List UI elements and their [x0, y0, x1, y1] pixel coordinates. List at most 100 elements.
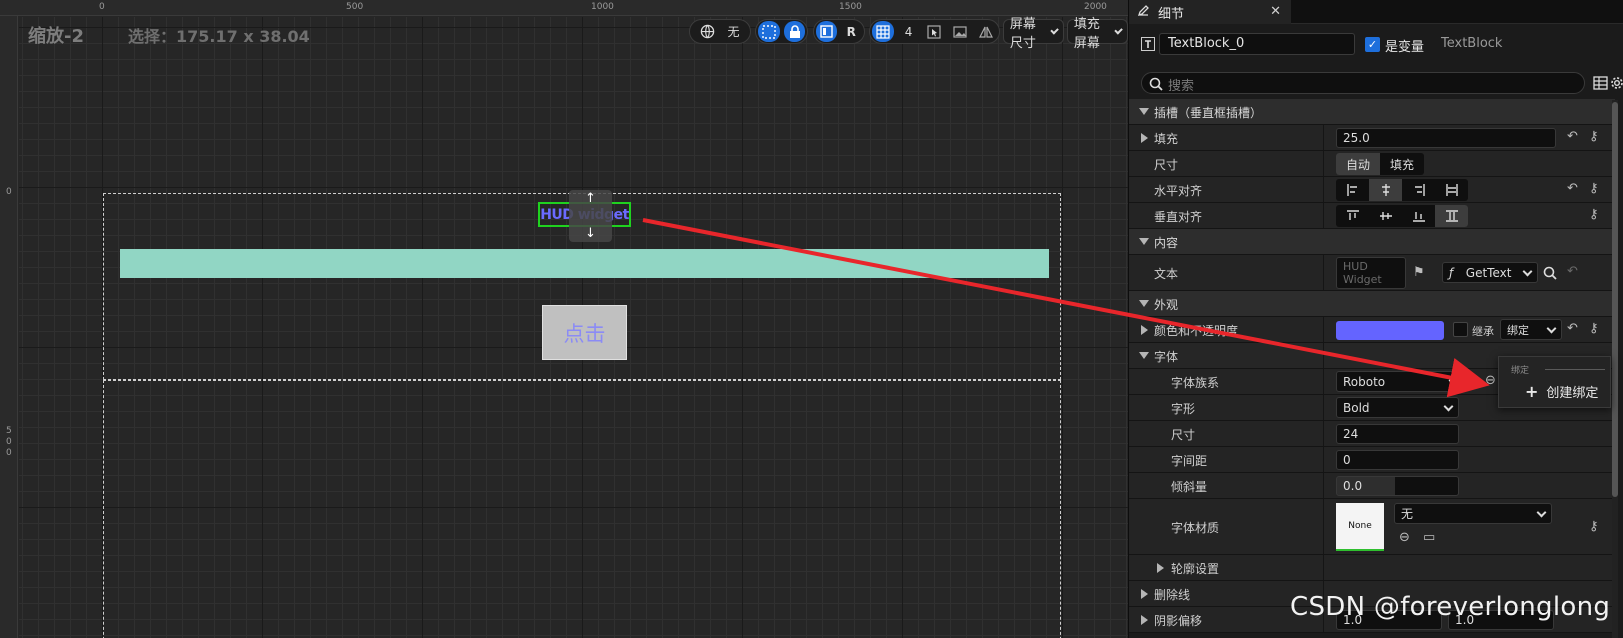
folder-search-icon[interactable]: ▭ [1423, 530, 1435, 545]
key-icon[interactable]: ⚷ [1589, 207, 1599, 222]
caret-right-icon[interactable] [1141, 589, 1148, 599]
bind-function-dropdown[interactable]: ƒ GetText [1442, 262, 1538, 283]
category-content[interactable]: 内容 [1129, 229, 1615, 255]
screen-size-dropdown[interactable]: 屏幕尺寸 [1002, 17, 1064, 51]
function-icon: ƒ [1449, 265, 1454, 280]
skew-field[interactable]: 0.0 [1336, 476, 1459, 496]
fill-screen-label: 填充屏幕 [1073, 16, 1100, 51]
bind-dropdown[interactable]: 绑定 [1500, 319, 1562, 340]
flag-icon[interactable]: ⚑ [1413, 265, 1425, 280]
canvas-panel-outline[interactable] [103, 380, 1061, 638]
caret-right-icon[interactable] [1141, 325, 1148, 335]
class-name: TextBlock [1441, 36, 1503, 51]
align-left-icon[interactable] [1336, 179, 1369, 201]
grid-group: 4 [869, 19, 1001, 44]
reset-icon[interactable]: ↶ [1567, 181, 1578, 196]
r-toggle-button[interactable]: R [841, 21, 862, 42]
cursor-frame-icon[interactable] [923, 21, 945, 42]
image-icon[interactable] [949, 21, 971, 42]
prop-skew: 倾斜量 0.0 [1129, 473, 1615, 499]
browse-asset-icon[interactable]: ⊖ [1399, 530, 1410, 545]
typeface-dropdown[interactable]: Bold [1336, 397, 1459, 418]
text-value-field[interactable]: HUD Widget [1336, 257, 1406, 289]
caret-right-icon[interactable] [1141, 615, 1148, 625]
world-none-label[interactable]: 无 [723, 21, 744, 42]
progress-bar[interactable] [120, 249, 1049, 278]
align-right-icon[interactable] [1402, 179, 1435, 201]
lock-icon[interactable] [784, 21, 806, 42]
flip-icon[interactable] [975, 21, 997, 42]
search-placeholder: 搜索 [1168, 79, 1195, 94]
browse-asset-icon[interactable]: ⊖ [1485, 373, 1496, 388]
plus-icon: + [1525, 382, 1539, 401]
globe-icon[interactable] [696, 21, 719, 42]
bind-function-label: GetText [1465, 265, 1512, 280]
search-input[interactable]: 搜索 [1141, 72, 1585, 94]
ruler-label: 500 [346, 2, 364, 12]
caret-right-icon[interactable] [1141, 133, 1148, 143]
category-label: 字体 [1154, 350, 1179, 364]
category-label: 插槽（垂直框插槽） [1154, 106, 1263, 120]
object-name-field[interactable]: TextBlock_0 [1159, 33, 1355, 55]
close-icon[interactable]: ✕ [1270, 4, 1281, 19]
scrollbar-thumb[interactable] [1612, 102, 1618, 497]
key-icon[interactable]: ⚷ [1589, 129, 1599, 144]
designer-viewport[interactable]: 0 500 1000 1500 2000 0 5 0 0 缩放-2 选择：175… [0, 0, 1128, 638]
category-slot[interactable]: 插槽（垂直框插槽） [1129, 99, 1615, 125]
caret-down-icon [1139, 238, 1149, 245]
dotted-select-icon[interactable] [758, 21, 781, 42]
align-fill-icon[interactable] [1435, 179, 1468, 201]
move-handle[interactable]: ↑ ↓ [569, 190, 612, 242]
chevron-down-icon [1049, 25, 1059, 35]
font-material-dropdown[interactable]: 无 [1394, 503, 1552, 524]
click-button[interactable]: 点击 [542, 305, 627, 360]
caret-right-icon[interactable] [1157, 563, 1164, 573]
layout-icon[interactable] [815, 21, 837, 42]
size-segmented: 自动 填充 [1336, 153, 1424, 175]
font-family-dropdown[interactable]: Roboto [1336, 371, 1464, 392]
reset-icon[interactable]: ↶ [1567, 129, 1578, 144]
column-divider [1323, 395, 1324, 420]
size-auto-button[interactable]: 自动 [1336, 153, 1380, 175]
padding-field[interactable]: 25.0 [1336, 128, 1556, 148]
font-size-field[interactable]: 24 [1336, 424, 1459, 444]
caret-down-icon [1139, 300, 1149, 307]
category-appearance[interactable]: 外观 [1129, 291, 1615, 317]
align-bottom-icon[interactable] [1402, 205, 1435, 227]
size-fill-button[interactable]: 填充 [1380, 153, 1424, 175]
align-center-icon[interactable] [1369, 179, 1402, 201]
is-variable-label: 是变量 [1385, 40, 1425, 55]
table-view-icon[interactable] [1593, 75, 1608, 94]
key-icon[interactable]: ⚷ [1589, 321, 1599, 336]
align-vfill-icon[interactable] [1435, 205, 1468, 227]
fill-screen-dropdown[interactable]: 填充屏幕 [1066, 17, 1128, 51]
click-button-label: 点击 [563, 321, 606, 346]
tab-details[interactable]: 细节 ✕ [1129, 0, 1291, 24]
prop-outline: 轮廓设置 [1129, 555, 1615, 581]
details-scrollbar[interactable] [1612, 100, 1618, 638]
column-divider [1323, 369, 1324, 394]
popup-header: 绑定 [1511, 366, 1530, 376]
letter-spacing-field[interactable]: 0 [1336, 450, 1459, 470]
align-top-icon[interactable] [1336, 205, 1369, 227]
create-binding-item[interactable]: + 创建绑定 [1525, 382, 1598, 401]
reset-icon[interactable]: ↶ [1567, 264, 1578, 279]
grid-size-value[interactable]: 4 [898, 21, 919, 42]
material-thumbnail[interactable]: None [1336, 503, 1384, 551]
key-icon[interactable]: ⚷ [1589, 181, 1599, 196]
align-middle-icon[interactable] [1369, 205, 1402, 227]
key-icon[interactable]: ⚷ [1589, 519, 1599, 534]
grid-icon[interactable] [872, 21, 895, 42]
prop-label: 字形 [1171, 402, 1196, 416]
gear-icon[interactable] [1610, 75, 1623, 94]
prop-letter-spacing: 字间距 0 [1129, 447, 1615, 473]
color-swatch[interactable] [1336, 321, 1444, 340]
inherit-label: 继承 [1472, 325, 1494, 338]
category-label: 内容 [1154, 236, 1179, 250]
inherit-checkbox[interactable] [1453, 322, 1468, 337]
font-material-value: 无 [1401, 507, 1414, 521]
search-icon[interactable] [1543, 265, 1557, 284]
column-divider [1323, 499, 1324, 554]
reset-icon[interactable]: ↶ [1567, 321, 1578, 336]
is-variable-checkbox[interactable]: ✓ [1365, 37, 1380, 52]
